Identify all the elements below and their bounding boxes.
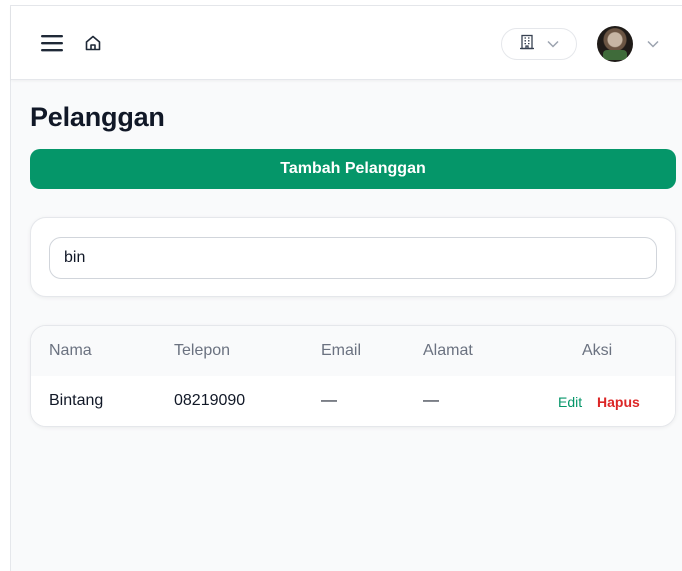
app-frame: Pelanggan Tambah Pelanggan Nama Telepon … (10, 5, 682, 571)
user-menu[interactable] (597, 25, 667, 63)
cell-nama: Bintang (49, 392, 104, 409)
column-header-telepon: Telepon (174, 342, 231, 359)
column-header-nama: Nama (49, 342, 92, 359)
home-icon[interactable] (83, 33, 103, 53)
cell-telepon: 08219090 (174, 392, 246, 409)
edit-link[interactable]: Edit (558, 394, 582, 410)
column-header-alamat: Alamat (423, 342, 473, 359)
column-header-email: Email (321, 342, 362, 359)
cell-alamat: — (423, 392, 439, 409)
page-title: Pelanggan (30, 102, 165, 132)
avatar (597, 26, 633, 62)
column-header-aksi: Aksi (582, 342, 613, 359)
delete-link[interactable]: Hapus (597, 394, 640, 410)
building-icon (519, 34, 535, 55)
top-navbar (11, 6, 682, 80)
organization-switcher[interactable] (501, 28, 577, 60)
customers-table: Nama Telepon Email Alamat Aksi Bintang 0… (30, 325, 676, 427)
cell-email: — (321, 392, 337, 409)
add-customer-button[interactable]: Tambah Pelanggan (30, 149, 676, 189)
table-header: Nama Telepon Email Alamat Aksi (31, 326, 675, 376)
search-input[interactable] (49, 237, 657, 279)
chevron-down-icon (647, 35, 659, 53)
hamburger-menu-icon[interactable] (39, 32, 65, 54)
chevron-down-icon (547, 35, 559, 53)
search-card (30, 217, 676, 297)
table-row: Bintang 08219090 — — Edit Hapus (31, 376, 675, 426)
